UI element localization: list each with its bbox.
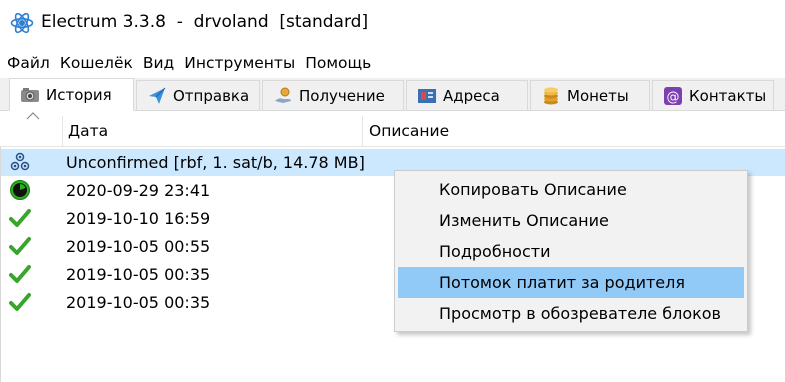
tab-receive-label: Получение [299, 86, 385, 105]
context-item-edit-description[interactable]: Изменить Описание [398, 205, 744, 236]
sort-indicator-icon[interactable] [26, 112, 40, 120]
tab-addresses-label: Адреса [443, 86, 500, 105]
column-separator[interactable] [362, 116, 363, 146]
coins-stack-icon [544, 87, 558, 104]
tab-history[interactable]: История [9, 78, 134, 111]
tab-contacts[interactable]: @ Контакты [652, 80, 774, 110]
clock-pending-icon [10, 180, 30, 200]
menu-tools[interactable]: Инструменты [179, 50, 300, 76]
row-date: 2020-09-29 23:41 [66, 181, 211, 200]
menu-help[interactable]: Помощь [300, 50, 376, 76]
history-icon [21, 87, 39, 102]
row-date: 2019-10-05 00:35 [66, 293, 211, 312]
context-item-details[interactable]: Подробности [398, 236, 744, 267]
addresses-icon [418, 88, 436, 103]
context-menu: Копировать Описание Изменить Описание По… [394, 170, 748, 332]
tab-coins[interactable]: Монеты [530, 80, 650, 110]
electrum-atom-icon [10, 12, 34, 34]
context-item-copy-description[interactable]: Копировать Описание [398, 174, 744, 205]
tab-receive[interactable]: Получение [262, 80, 404, 110]
menu-view[interactable]: Вид [138, 50, 179, 76]
receive-hand-coin-icon [275, 87, 291, 103]
menu-bar: Файл Кошелёк Вид Инструменты Помощь [0, 50, 376, 76]
send-paper-plane-icon [149, 87, 166, 104]
row-date: 2019-10-05 00:35 [66, 265, 211, 284]
context-item-view-in-block-explorer[interactable]: Просмотр в обозревателе блоков [398, 298, 744, 329]
column-separator[interactable] [62, 116, 63, 146]
row-date: Unconfirmed [rbf, 1. sat/b, 14.78 MB] [66, 153, 365, 172]
tab-history-label: История [46, 85, 112, 104]
confirmed-check-icon [9, 265, 31, 283]
contacts-icon: @ [664, 86, 682, 105]
confirmed-check-icon [9, 209, 31, 227]
tab-send-label: Отправка [173, 86, 250, 105]
row-date: 2019-10-05 00:55 [66, 237, 211, 256]
menu-wallet[interactable]: Кошелёк [55, 50, 138, 76]
menu-file[interactable]: Файл [0, 50, 55, 76]
column-header-date[interactable]: Дата [68, 122, 108, 140]
unconfirmed-gears-icon [10, 152, 30, 171]
confirmed-check-icon [9, 237, 31, 255]
tab-contacts-label: Контакты [689, 86, 767, 105]
tab-addresses[interactable]: Адреса [406, 80, 528, 110]
tab-send[interactable]: Отправка [136, 80, 260, 110]
context-item-child-pays-for-parent[interactable]: Потомок платит за родителя [398, 267, 744, 298]
row-date: 2019-10-10 16:59 [66, 209, 211, 228]
title-bar: Electrum 3.3.8 - drvoland [standard] [0, 0, 785, 46]
tab-coins-label: Монеты [567, 86, 629, 105]
window-title: Electrum 3.3.8 - drvoland [standard] [41, 12, 369, 32]
column-header-description[interactable]: Описание [369, 122, 449, 140]
confirmed-check-icon [9, 293, 31, 311]
svg-text:@: @ [667, 90, 680, 105]
